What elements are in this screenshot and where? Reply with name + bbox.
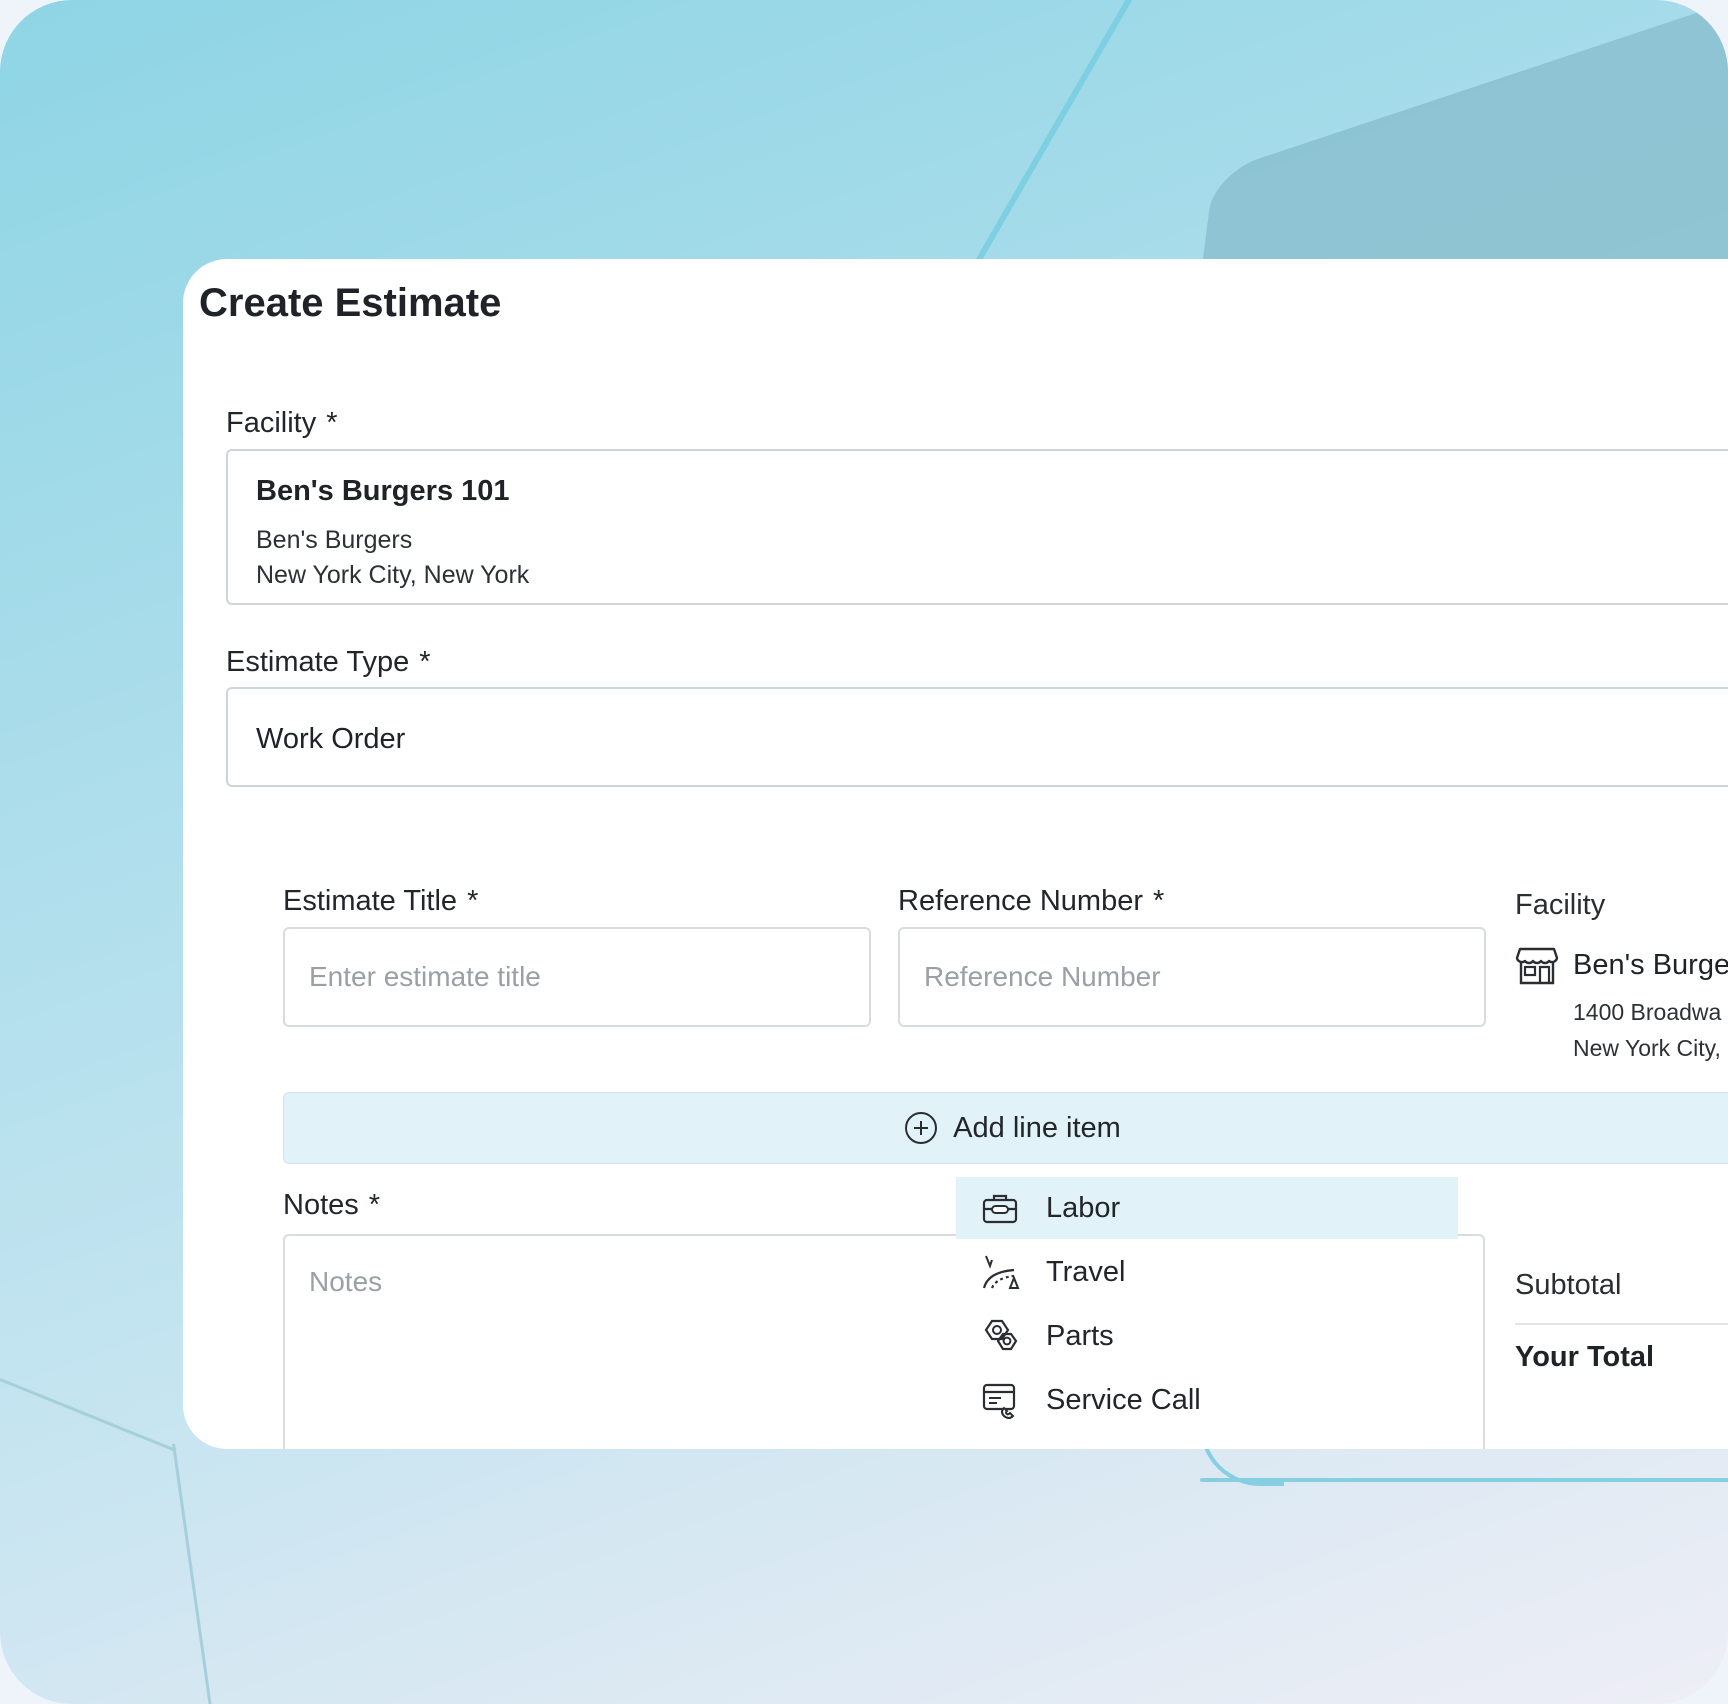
add-line-item-button[interactable]: Add line item (283, 1092, 1728, 1164)
parts-icon (984, 1319, 1018, 1351)
required-mark: * (419, 646, 431, 678)
add-line-item-label: Add line item (953, 1111, 1121, 1144)
menu-item-label: Parts (1046, 1319, 1114, 1352)
facility-label: Facility * (226, 407, 338, 440)
estimate-type-select[interactable]: Work Order (226, 687, 1728, 787)
menu-item-label: Labor (1046, 1191, 1121, 1224)
totals-divider (1515, 1323, 1728, 1325)
facility-label-text: Facility (226, 407, 317, 439)
facility-select[interactable]: Ben's Burgers 101 Ben's Burgers New York… (226, 449, 1728, 605)
toolbox-icon (982, 1194, 1018, 1224)
page-title: Create Estimate (199, 281, 502, 325)
summary-facility-city: New York City, (1573, 1035, 1721, 1061)
total-label: Your Total (1515, 1341, 1655, 1373)
reference-number-input[interactable] (898, 927, 1486, 1027)
summary-facility-label: Facility (1515, 889, 1606, 921)
decorative-line-left (0, 1378, 177, 1453)
facility-location: New York City, New York (256, 561, 530, 589)
menu-item-label: Service Call (1046, 1383, 1201, 1416)
create-estimate-panel: Create Estimate Facility * Ben's Burgers … (183, 259, 1728, 1449)
required-mark: * (1153, 885, 1165, 917)
decorative-line-left-vertical (172, 1443, 213, 1704)
notes-label: Notes * (283, 1189, 380, 1222)
estimate-type-value: Work Order (256, 723, 406, 755)
menu-item-parts[interactable]: Parts (956, 1305, 1458, 1367)
menu-item-travel[interactable]: Travel (956, 1241, 1458, 1303)
line-item-type-menu: Labor Travel Parts Service Call (956, 1177, 1458, 1449)
estimate-title-label: Estimate Title * (283, 885, 478, 918)
facility-name: Ben's Burgers 101 (256, 475, 510, 507)
plus-circle-icon (905, 1112, 938, 1144)
menu-item-label: Travel (1046, 1255, 1126, 1288)
reference-number-label-text: Reference Number (898, 885, 1143, 917)
summary-facility-address: 1400 Broadwa (1573, 999, 1722, 1025)
summary-facility-name: Ben's Burge (1573, 949, 1728, 981)
decorative-line-bottom (1200, 1478, 1728, 1482)
estimate-title-label-text: Estimate Title (283, 885, 458, 917)
required-mark: * (326, 407, 338, 439)
estimate-type-label-text: Estimate Type (226, 646, 410, 678)
background: Create Estimate Facility * Ben's Burgers … (0, 0, 1728, 1704)
required-mark: * (368, 1189, 381, 1221)
subtotal-label: Subtotal (1515, 1269, 1622, 1301)
reference-number-label: Reference Number * (898, 885, 1164, 918)
menu-item-labor[interactable]: Labor (956, 1177, 1458, 1239)
notes-label-text: Notes (283, 1189, 359, 1221)
menu-item-service-call[interactable]: Service Call (956, 1369, 1458, 1431)
service-call-icon (982, 1383, 1016, 1419)
store-icon (1515, 947, 1559, 985)
road-icon (982, 1255, 1020, 1289)
estimate-title-input[interactable] (283, 927, 871, 1027)
estimate-type-label: Estimate Type * (226, 646, 431, 679)
facility-company: Ben's Burgers (256, 526, 413, 554)
required-mark: * (467, 885, 479, 917)
